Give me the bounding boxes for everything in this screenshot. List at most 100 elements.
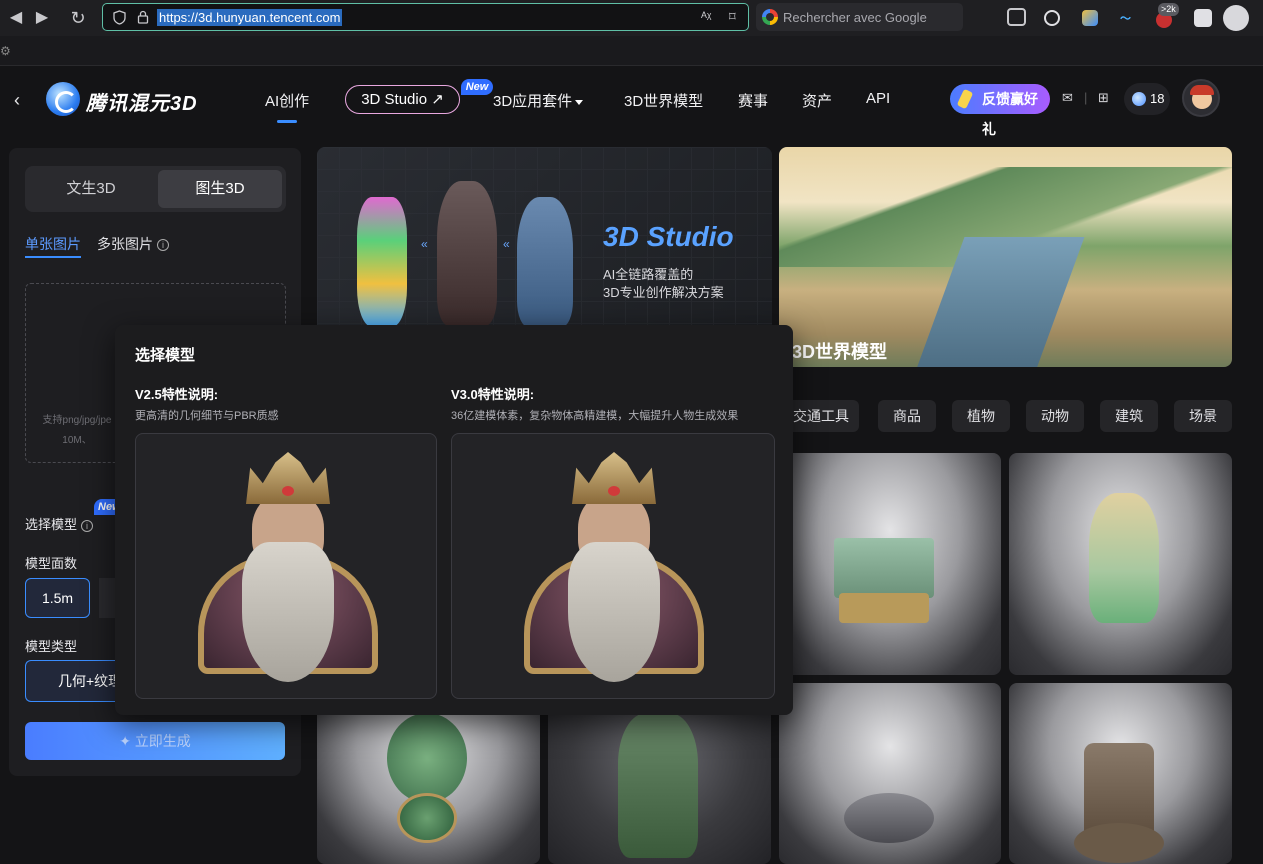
nav-api[interactable]: API xyxy=(866,90,890,107)
robot-model xyxy=(618,713,698,858)
v25-preview-card[interactable] xyxy=(135,433,437,699)
brand-name[interactable]: 腾讯混元3D xyxy=(86,87,198,116)
plant-pot xyxy=(397,793,457,843)
site-header: ‹ 腾讯混元3D AI创作 3D Studio ↗ New 3D应用套件 3D世… xyxy=(0,66,1256,137)
textured-figure xyxy=(437,181,497,326)
tab-multi-image[interactable]: 多张图片 i xyxy=(97,234,169,254)
bust-gem xyxy=(282,486,294,496)
category-scenes[interactable]: 场景 xyxy=(1174,400,1232,432)
tab-underline xyxy=(25,256,81,258)
upload-hint-line1: 支持png/jpg/jpe xyxy=(42,415,112,426)
arrow-icon-2: « xyxy=(503,237,510,251)
reload-icon[interactable]: ↻ xyxy=(66,6,90,30)
bust-gem xyxy=(608,486,620,496)
studio-sub-line1: AI全链路覆盖的 xyxy=(603,267,694,282)
nav-3d-studio-label: 3D Studio xyxy=(361,91,428,108)
bookmark-gear-icon[interactable]: ⚙ xyxy=(0,44,11,58)
shield-icon xyxy=(113,10,126,25)
profile-icon[interactable] xyxy=(1223,5,1249,31)
pen-icon xyxy=(956,88,974,110)
points-value: 18 xyxy=(1150,91,1165,106)
gift-icon[interactable]: ⊞ xyxy=(1098,90,1109,106)
nav-3d-studio[interactable]: 3D Studio ↗ xyxy=(345,85,460,114)
caret-down-icon xyxy=(575,99,584,105)
back-arrow-icon[interactable]: ‹ xyxy=(14,90,20,111)
arrow-icon: « xyxy=(421,237,428,251)
studio-sub-line2: 3D专业创作解决方案 xyxy=(603,285,724,300)
nav-contest[interactable]: 赛事 xyxy=(738,90,768,111)
chair-base xyxy=(1074,823,1164,863)
points-badge[interactable]: 18 xyxy=(1124,83,1170,115)
info-icon[interactable]: i xyxy=(157,239,169,252)
nav-3d-world[interactable]: 3D世界模型 xyxy=(624,90,703,111)
select-model-popup: 选择模型 V2.5特性说明: 更高清的几何细节与PBR质感 V3.0特性说明: … xyxy=(115,325,793,715)
bookmark-icon[interactable]: ⌑ xyxy=(729,9,736,25)
gallery-card-truck[interactable] xyxy=(779,453,1001,675)
external-arrow-icon: ↗ xyxy=(431,91,444,108)
category-vehicles[interactable]: 交通工具 xyxy=(783,400,859,432)
nav-ai-create[interactable]: AI创作 xyxy=(265,90,309,123)
search-box[interactable]: Rechercher avec Google xyxy=(756,3,963,31)
gift-ext-icon[interactable] xyxy=(1007,8,1026,26)
mode-image-to-3d[interactable]: 图生3D xyxy=(158,170,282,208)
king-bust-v25 xyxy=(196,444,380,694)
v30-preview-card[interactable] xyxy=(451,433,775,699)
feedback-button[interactable]: 反馈赢好礼 xyxy=(950,84,1050,137)
bust-beard xyxy=(568,542,660,682)
ext-icon-6[interactable] xyxy=(1194,9,1212,27)
ext-badge: >2k xyxy=(1158,3,1179,16)
v25-title: V2.5特性说明: xyxy=(135,387,219,402)
world-model-title: 3D世界模型 xyxy=(792,342,888,362)
tab-single-image[interactable]: 单张图片 xyxy=(25,234,81,254)
studio-banner-subtitle: AI全链路覆盖的 3D专业创作解决方案 xyxy=(603,266,763,302)
mail-icon[interactable]: ✉ xyxy=(1062,90,1073,106)
gallery-card-fish[interactable] xyxy=(779,683,1001,864)
wireframe-figure xyxy=(517,197,573,327)
user-avatar[interactable] xyxy=(1182,79,1220,117)
browser-toolbar: ◀ ▶ ↻ https://3d.hunyuan.tencent.com ᴬᵡ … xyxy=(0,0,1263,36)
bust-beard xyxy=(242,542,334,682)
generate-label: 立即生成 xyxy=(134,733,191,749)
category-plants[interactable]: 植物 xyxy=(952,400,1010,432)
ext-icon-3[interactable] xyxy=(1082,10,1098,26)
feedback-label: 反馈赢好礼 xyxy=(982,91,1038,137)
openai-ext-icon[interactable] xyxy=(1044,10,1060,26)
lock-icon xyxy=(137,10,149,24)
category-animals[interactable]: 动物 xyxy=(1026,400,1084,432)
hunyuan-logo[interactable] xyxy=(46,82,80,116)
gallery-card-chair[interactable] xyxy=(1009,683,1232,864)
category-products[interactable]: 商品 xyxy=(878,400,936,432)
select-model-label: 选择模型 i xyxy=(25,514,94,533)
mode-text-to-3d[interactable]: 文生3D xyxy=(29,170,153,208)
address-bar[interactable]: https://3d.hunyuan.tencent.com ᴬᵡ ⌑ xyxy=(102,3,749,31)
face-count-option[interactable]: 1.5m xyxy=(25,578,90,618)
gallery-card-buddha[interactable] xyxy=(1009,453,1232,675)
new-badge: New xyxy=(461,79,493,95)
upload-hint: 支持png/jpg/jpe 10M、 xyxy=(42,411,112,451)
forward-icon[interactable]: ▶ xyxy=(30,6,54,30)
search-placeholder: Rechercher avec Google xyxy=(783,10,927,25)
truck-model xyxy=(834,538,934,598)
nav-3d-suite[interactable]: 3D应用套件 xyxy=(493,90,584,111)
popup-title: 选择模型 xyxy=(135,347,196,364)
upload-hint-line2: 10M、 xyxy=(62,435,92,446)
translate-icon[interactable]: ᴬᵡ xyxy=(701,9,711,24)
bust-crown xyxy=(572,452,656,504)
url-text[interactable]: https://3d.hunyuan.tencent.com xyxy=(157,9,343,26)
coin-icon xyxy=(1132,92,1146,106)
category-buildings[interactable]: 建筑 xyxy=(1100,400,1158,432)
studio-banner-title: 3D Studio xyxy=(603,221,734,252)
generate-button[interactable]: ✦ 立即生成 xyxy=(25,722,285,760)
world-model-banner[interactable] xyxy=(779,147,1232,367)
back-icon[interactable]: ◀ xyxy=(4,6,28,30)
segmented-figure xyxy=(357,197,407,327)
model-info-icon[interactable]: i xyxy=(81,519,94,532)
ext-icon-4[interactable]: 〜 xyxy=(1120,10,1138,25)
nav-assets[interactable]: 资产 xyxy=(802,90,832,111)
google-icon xyxy=(762,9,778,25)
truck-base xyxy=(839,593,929,623)
sparkle-icon: ✦ xyxy=(119,733,131,749)
mode-switch: 文生3D 图生3D xyxy=(25,166,286,212)
v30-description: 36亿建模体素，复杂物体高精建模，大幅提升人物生成效果 xyxy=(451,410,739,422)
model-type-option[interactable]: 几何+纹理 xyxy=(25,660,125,702)
